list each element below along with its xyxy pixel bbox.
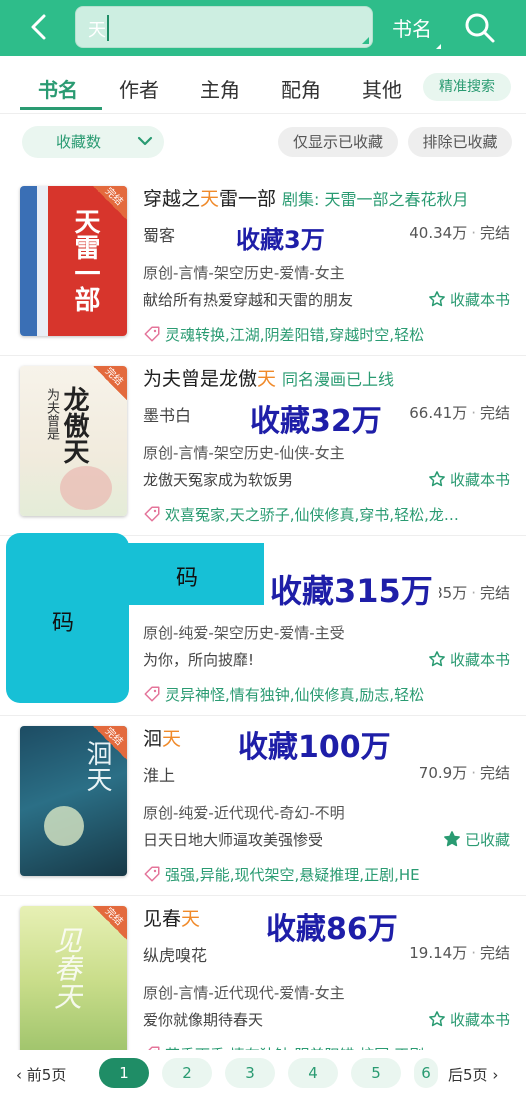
book-desc: 献给所有热爱穿越和天雷的朋友 — [143, 291, 354, 309]
text-caret — [107, 15, 109, 41]
book-genre: 原创-言情-架空历史-爱情-女主 — [143, 264, 345, 282]
collect-count-overlay: 收藏100万 — [238, 730, 391, 765]
book-title[interactable]: 为夫曾是龙傲天 同名漫画已上线 — [143, 364, 394, 391]
book-genre: 原创-言情-近代现代-爱情-女主 — [143, 984, 345, 1002]
book-desc: 日天日地大师逼攻美强惨受 — [143, 831, 324, 849]
book-wordcount: 66.41万 · 完结 — [409, 404, 510, 422]
cover-title: 见春天 — [50, 926, 83, 1010]
book-item[interactable]: 见春天 完结 见春天 纵虎嗅花 19.14万 · 完结 原创-言情-近代现代-爱情-… — [0, 896, 526, 1076]
cover-illustration — [60, 466, 112, 510]
star-outline-icon — [429, 1011, 445, 1027]
precise-search-button[interactable]: 精准搜索 — [423, 73, 511, 101]
search-mode-selector[interactable]: 书名 — [392, 13, 432, 42]
book-item[interactable]: 为夫曾是 龙傲天 完结 为夫曾是龙傲天 同名漫画已上线 墨书白 66.41万 · 完结… — [0, 356, 526, 536]
tag-icon — [144, 686, 160, 702]
book-tags: 灵异神怪,情有独钟,仙侠修真,励志,轻松 — [143, 684, 503, 705]
book-genre: 原创-言情-架空历史-仙侠-女主 — [143, 444, 345, 462]
book-tags: 灵魂转换,江湖,阴差阳错,穿越时空,轻松 — [143, 324, 503, 345]
app-root: 天 书名 书名 作者 主角 配角 其他 精准搜索 收藏数 仅显示已收藏 排除已收… — [0, 0, 526, 1098]
top-bar: 天 书名 — [0, 0, 526, 56]
resize-handle-icon — [362, 37, 369, 44]
page-button-2[interactable]: 2 — [162, 1058, 212, 1088]
book-wordcount: 19.14万 · 完结 — [409, 944, 510, 962]
book-title[interactable]: 穿越之天雷一部 剧集: 天雷一部之春花秋月 — [143, 184, 469, 211]
completed-badge: 完结 — [93, 366, 127, 400]
tab-title[interactable]: 书名 — [38, 74, 78, 103]
book-tags: 欢喜冤家,天之骄子,仙侠修真,穿书,轻松,龙… — [143, 504, 503, 525]
book-author[interactable]: 淮上 — [143, 762, 175, 786]
search-input[interactable]: 天 — [75, 6, 373, 48]
star-filled-icon — [444, 831, 460, 847]
page-button-3[interactable]: 3 — [225, 1058, 275, 1088]
star-outline-icon — [429, 471, 445, 487]
favorite-button[interactable]: 收藏本书 — [428, 469, 510, 490]
chevron-down-icon — [137, 136, 153, 146]
book-genre: 原创-纯爱-近代现代-奇幻-不明 — [143, 804, 345, 822]
favorite-button[interactable]: 收藏本书 — [428, 289, 510, 310]
book-desc: 爱你就像期待春天 — [143, 1011, 264, 1029]
exclude-collected-filter[interactable]: 排除已收藏 — [408, 127, 512, 157]
completed-badge: 完结 — [93, 906, 127, 940]
pagination-bar: ‹ 前5页 1 2 3 4 5 6 后5页 › — [0, 1050, 526, 1098]
completed-badge: 完结 — [93, 186, 127, 220]
page-button-1[interactable]: 1 — [99, 1058, 149, 1088]
tab-supporting[interactable]: 配角 — [281, 74, 321, 103]
tag-icon — [144, 506, 160, 522]
book-cover: 见春天 完结 — [20, 906, 127, 1056]
star-outline-icon — [429, 651, 445, 667]
page-button-5[interactable]: 5 — [351, 1058, 401, 1088]
star-outline-icon — [429, 291, 445, 307]
book-extra-info: 同名漫画已上线 — [282, 370, 395, 389]
book-item[interactable]: 洄天 完结 洄天 淮上 70.9万 · 完结 原创-纯爱-近代现代-奇幻-不明 日天… — [0, 716, 526, 896]
favorite-button[interactable]: 收藏本书 — [428, 1009, 510, 1030]
tab-protagonist[interactable]: 主角 — [200, 74, 240, 103]
book-wordcount: 40.34万 · 完结 — [409, 224, 510, 242]
tab-other[interactable]: 其他 — [362, 74, 402, 103]
sort-dropdown[interactable]: 收藏数 — [22, 126, 164, 158]
collect-count-overlay: 收藏86万 — [266, 912, 398, 947]
cover-moon — [44, 806, 84, 846]
prev-pages-button[interactable]: ‹ 前5页 — [16, 1064, 66, 1085]
book-desc: 龙傲天冤家成为软饭男 — [143, 471, 294, 489]
favorite-button[interactable]: 已收藏 — [443, 829, 510, 850]
book-cover: 天雷一部 完结 — [20, 186, 127, 336]
cover-title: 龙傲天 — [59, 386, 89, 464]
redaction-block: 码 — [6, 533, 129, 703]
book-author[interactable]: 墨书白 — [143, 402, 191, 426]
book-author[interactable]: 蜀客 — [143, 222, 175, 246]
book-cover: 洄天 完结 — [20, 726, 127, 876]
book-author[interactable]: 纵虎嗅花 — [143, 942, 207, 966]
tag-icon — [144, 866, 160, 882]
search-icon[interactable] — [462, 10, 498, 46]
dropdown-corner-icon — [436, 44, 441, 49]
search-query: 天 — [88, 20, 106, 41]
back-arrow-icon[interactable] — [22, 10, 56, 44]
page-button-4[interactable]: 4 — [288, 1058, 338, 1088]
tag-icon — [144, 326, 160, 342]
next-pages-button[interactable]: 后5页 › — [448, 1064, 498, 1085]
page-button-6[interactable]: 6 — [414, 1058, 438, 1088]
book-wordcount: 70.9万 · 完结 — [418, 764, 510, 782]
favorite-button[interactable]: 收藏本书 — [428, 649, 510, 670]
sort-label: 收藏数 — [56, 133, 102, 151]
cover-title: 天雷一部 — [70, 208, 100, 312]
collect-count-overlay: 收藏3万 — [236, 226, 325, 254]
book-extra-info: 剧集: 天雷一部之春花秋月 — [282, 190, 469, 209]
book-cover: 为夫曾是 龙傲天 完结 — [20, 366, 127, 516]
book-genre: 原创-纯爱-架空历史-爱情-主受 — [143, 624, 345, 642]
book-desc: 为你，所向披靡! — [143, 651, 255, 669]
tab-author[interactable]: 作者 — [119, 74, 159, 103]
active-tab-indicator — [20, 107, 102, 110]
completed-badge: 完结 — [93, 726, 127, 760]
book-tags: 强强,异能,现代架空,悬疑推理,正剧,HE — [143, 864, 503, 885]
only-collected-filter[interactable]: 仅显示已收藏 — [278, 127, 398, 157]
book-title[interactable]: 见春天 — [143, 904, 200, 931]
collect-count-overlay: 收藏315万 — [270, 566, 439, 612]
book-title[interactable]: 洄天 — [143, 724, 181, 751]
collect-count-overlay: 收藏32万 — [250, 396, 386, 440]
book-item[interactable]: 天雷一部 完结 穿越之天雷一部 剧集: 天雷一部之春花秋月 蜀客 40.34万 · 完… — [0, 176, 526, 356]
redaction-block: 码 — [128, 543, 264, 605]
